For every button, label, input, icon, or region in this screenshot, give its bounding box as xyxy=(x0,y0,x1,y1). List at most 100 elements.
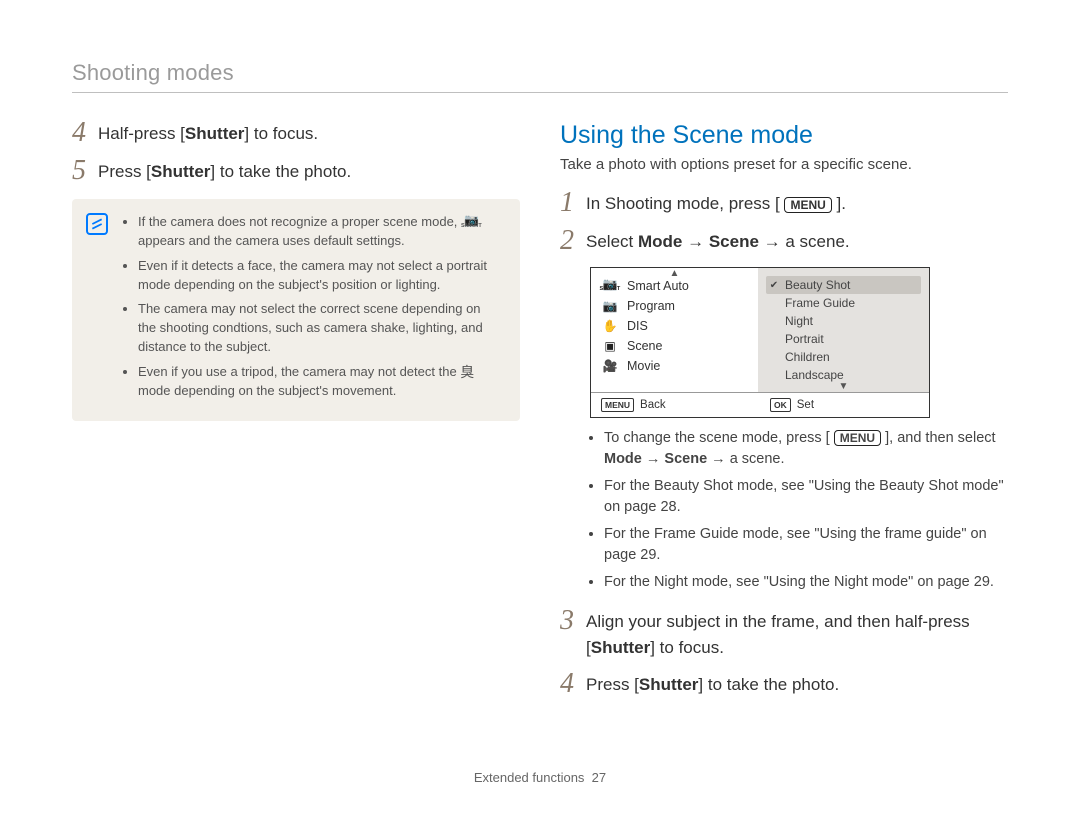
mode-item-smart-auto: 📷SMART Smart Auto xyxy=(597,276,752,296)
step-number: 2 xyxy=(560,227,586,255)
step-3-right: 3 Align your subject in the frame, and t… xyxy=(560,609,1008,660)
smart-auto-icon: 📷SMART xyxy=(461,216,482,228)
page-footer: Extended functions 27 xyxy=(72,770,1008,785)
section-subheading: Take a photo with options preset for a s… xyxy=(560,156,1008,173)
page-number: 27 xyxy=(592,770,606,785)
camera-icon: 📷 xyxy=(601,299,619,313)
chevron-up-icon: ▲ xyxy=(670,268,680,279)
step-text: Press [Shutter] to take the photo. xyxy=(586,672,1008,698)
scene-icon: ▣ xyxy=(601,339,619,353)
smart-auto-icon: 📷SMART xyxy=(601,279,619,293)
scene-label: Children xyxy=(785,350,830,364)
footer-back: MENU Back xyxy=(591,393,760,417)
mode-list: ▲ 📷SMART Smart Auto 📷 Program ✋ DIS xyxy=(591,268,758,392)
text-bold: Shutter xyxy=(185,124,245,143)
scene-option: Night xyxy=(766,312,921,330)
step-number: 4 xyxy=(72,119,98,147)
step-text: Half-press [Shutter] to focus. xyxy=(98,121,520,147)
menu-button-icon: MENU xyxy=(834,430,881,446)
text: ] to focus. xyxy=(244,124,318,143)
text: ] to take the photo. xyxy=(698,675,839,694)
text: ] to focus. xyxy=(650,638,724,657)
text: Press [ xyxy=(586,675,639,694)
text: To change the scene mode, press [ xyxy=(604,430,834,446)
text: Even if it detects a face, the camera ma… xyxy=(138,258,487,292)
scene-option: Frame Guide xyxy=(766,294,921,312)
text: The camera may not select the correct sc… xyxy=(138,301,483,354)
scene-option: Portrait xyxy=(766,330,921,348)
menu-key-icon: MENU xyxy=(601,398,634,412)
text-bold: Mode → Scene → xyxy=(604,451,726,467)
section-header: Shooting modes xyxy=(72,60,1008,93)
scene-label: Night xyxy=(785,314,813,328)
tripod-icon: 臭 xyxy=(460,365,474,379)
text: Half-press [ xyxy=(98,124,185,143)
left-column: 4 Half-press [Shutter] to focus. 5 Press… xyxy=(72,121,520,710)
step-number: 5 xyxy=(72,157,98,185)
step-1-right: 1 In Shooting mode, press [ MENU ]. xyxy=(560,191,1008,217)
text: For the Frame Guide mode, see "Using the… xyxy=(604,526,987,563)
text-bold: Mode → Scene xyxy=(638,232,759,251)
text-bold: Shutter xyxy=(151,162,211,181)
note-item: The camera may not select the correct sc… xyxy=(138,300,500,357)
scene-submenu: ✔ Beauty Shot Frame Guide Night Portrait… xyxy=(758,268,929,392)
note-list: If the camera does not recognize a prope… xyxy=(122,213,500,401)
text: ]. xyxy=(832,194,846,213)
section-heading: Using the Scene mode xyxy=(560,121,1008,150)
mode-item-program: 📷 Program xyxy=(597,296,752,316)
step-number: 1 xyxy=(560,189,586,217)
scene-label: Frame Guide xyxy=(785,296,855,310)
mode-item-dis: ✋ DIS xyxy=(597,316,752,336)
step-number: 4 xyxy=(560,670,586,698)
text: → a scene. xyxy=(759,232,850,251)
text-bold: Shutter xyxy=(639,675,699,694)
scene-label: Beauty Shot xyxy=(785,278,850,292)
content-columns: 4 Half-press [Shutter] to focus. 5 Press… xyxy=(72,121,1008,710)
scene-label: Landscape xyxy=(785,368,844,382)
note-item: Even if you use a tripod, the camera may… xyxy=(138,363,500,401)
footer-set: OK Set xyxy=(760,393,929,417)
bullet-item: For the Frame Guide mode, see "Using the… xyxy=(604,524,1008,566)
note-item: If the camera does not recognize a prope… xyxy=(138,213,500,251)
right-column: Using the Scene mode Take a photo with o… xyxy=(560,121,1008,710)
scene-label: Portrait xyxy=(785,332,824,346)
mode-label: Movie xyxy=(627,359,660,373)
step-number: 3 xyxy=(560,607,586,635)
step-4-left: 4 Half-press [Shutter] to focus. xyxy=(72,121,520,147)
text: Even if you use a tripod, the camera may… xyxy=(138,364,460,379)
text: For the Beauty Shot mode, see "Using the… xyxy=(604,478,1004,515)
step-text: Align your subject in the frame, and the… xyxy=(586,609,1008,660)
text: ] to take the photo. xyxy=(210,162,351,181)
mode-label: Smart Auto xyxy=(627,279,689,293)
sub-bullet-list: To change the scene mode, press [ MENU ]… xyxy=(560,428,1008,593)
text: mode depending on the subject's movement… xyxy=(138,383,396,398)
text: Select xyxy=(586,232,638,251)
step-4-right: 4 Press [Shutter] to take the photo. xyxy=(560,672,1008,698)
text: For the Night mode, see "Using the Night… xyxy=(604,574,994,590)
footer-label: Back xyxy=(640,399,666,411)
text: If the camera does not recognize a prope… xyxy=(138,214,461,229)
text: appears and the camera uses default sett… xyxy=(138,233,405,248)
menu-button-icon: MENU xyxy=(784,197,831,213)
step-text: Press [Shutter] to take the photo. xyxy=(98,159,520,185)
footer-label: Extended functions xyxy=(474,770,585,785)
footer-label: Set xyxy=(797,399,814,411)
chevron-down-icon: ▼ xyxy=(839,381,849,392)
mode-item-scene: ▣ Scene xyxy=(597,336,752,356)
movie-icon: 🎥 xyxy=(601,359,619,373)
step-5-left: 5 Press [Shutter] to take the photo. xyxy=(72,159,520,185)
step-text: Select Mode → Scene → a scene. xyxy=(586,229,1008,255)
ok-key-icon: OK xyxy=(770,398,791,412)
step-2-right: 2 Select Mode → Scene → a scene. xyxy=(560,229,1008,255)
bullet-item: For the Night mode, see "Using the Night… xyxy=(604,572,1008,593)
scene-option: Children xyxy=(766,348,921,366)
mode-label: Program xyxy=(627,299,675,313)
screenshot-body: ▲ 📷SMART Smart Auto 📷 Program ✋ DIS xyxy=(591,268,929,392)
mode-item-movie: 🎥 Movie xyxy=(597,356,752,376)
bullet-item: To change the scene mode, press [ MENU ]… xyxy=(604,428,1008,470)
step-text: In Shooting mode, press [ MENU ]. xyxy=(586,191,1008,217)
hand-icon: ✋ xyxy=(601,319,619,333)
text: In Shooting mode, press [ xyxy=(586,194,784,213)
text: a scene. xyxy=(726,451,785,467)
scene-option-beauty-shot: ✔ Beauty Shot xyxy=(766,276,921,294)
